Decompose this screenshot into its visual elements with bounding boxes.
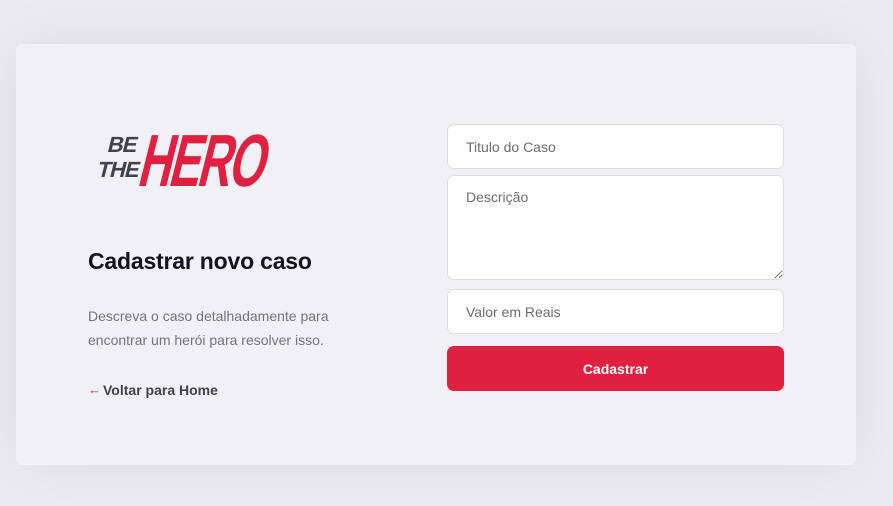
new-case-form: Cadastrar [447,124,784,391]
page-description: Descreva o caso detalhadamente para enco… [88,307,329,348]
case-title-input[interactable] [447,124,784,169]
case-description-textarea[interactable] [447,175,784,280]
logo-text-hero: HERO [132,119,278,198]
register-case-button[interactable]: Cadastrar [447,346,784,391]
page-title: Cadastrar novo caso [88,248,312,274]
new-case-card: BE THE HERO Cadastrar novo caso Descreva… [16,44,856,465]
logo-text-the: THE [95,157,143,182]
intro-section: BE THE HERO Cadastrar novo caso Descreva… [88,114,408,398]
be-the-hero-logo: BE THE HERO [88,114,278,198]
arrow-left-icon: ← [88,382,101,398]
back-link-label: Voltar para Home [103,381,218,398]
back-to-home-link[interactable]: ← Voltar para Home [88,382,408,398]
case-value-input[interactable] [447,289,784,334]
logo-text-be: BE [105,132,141,157]
